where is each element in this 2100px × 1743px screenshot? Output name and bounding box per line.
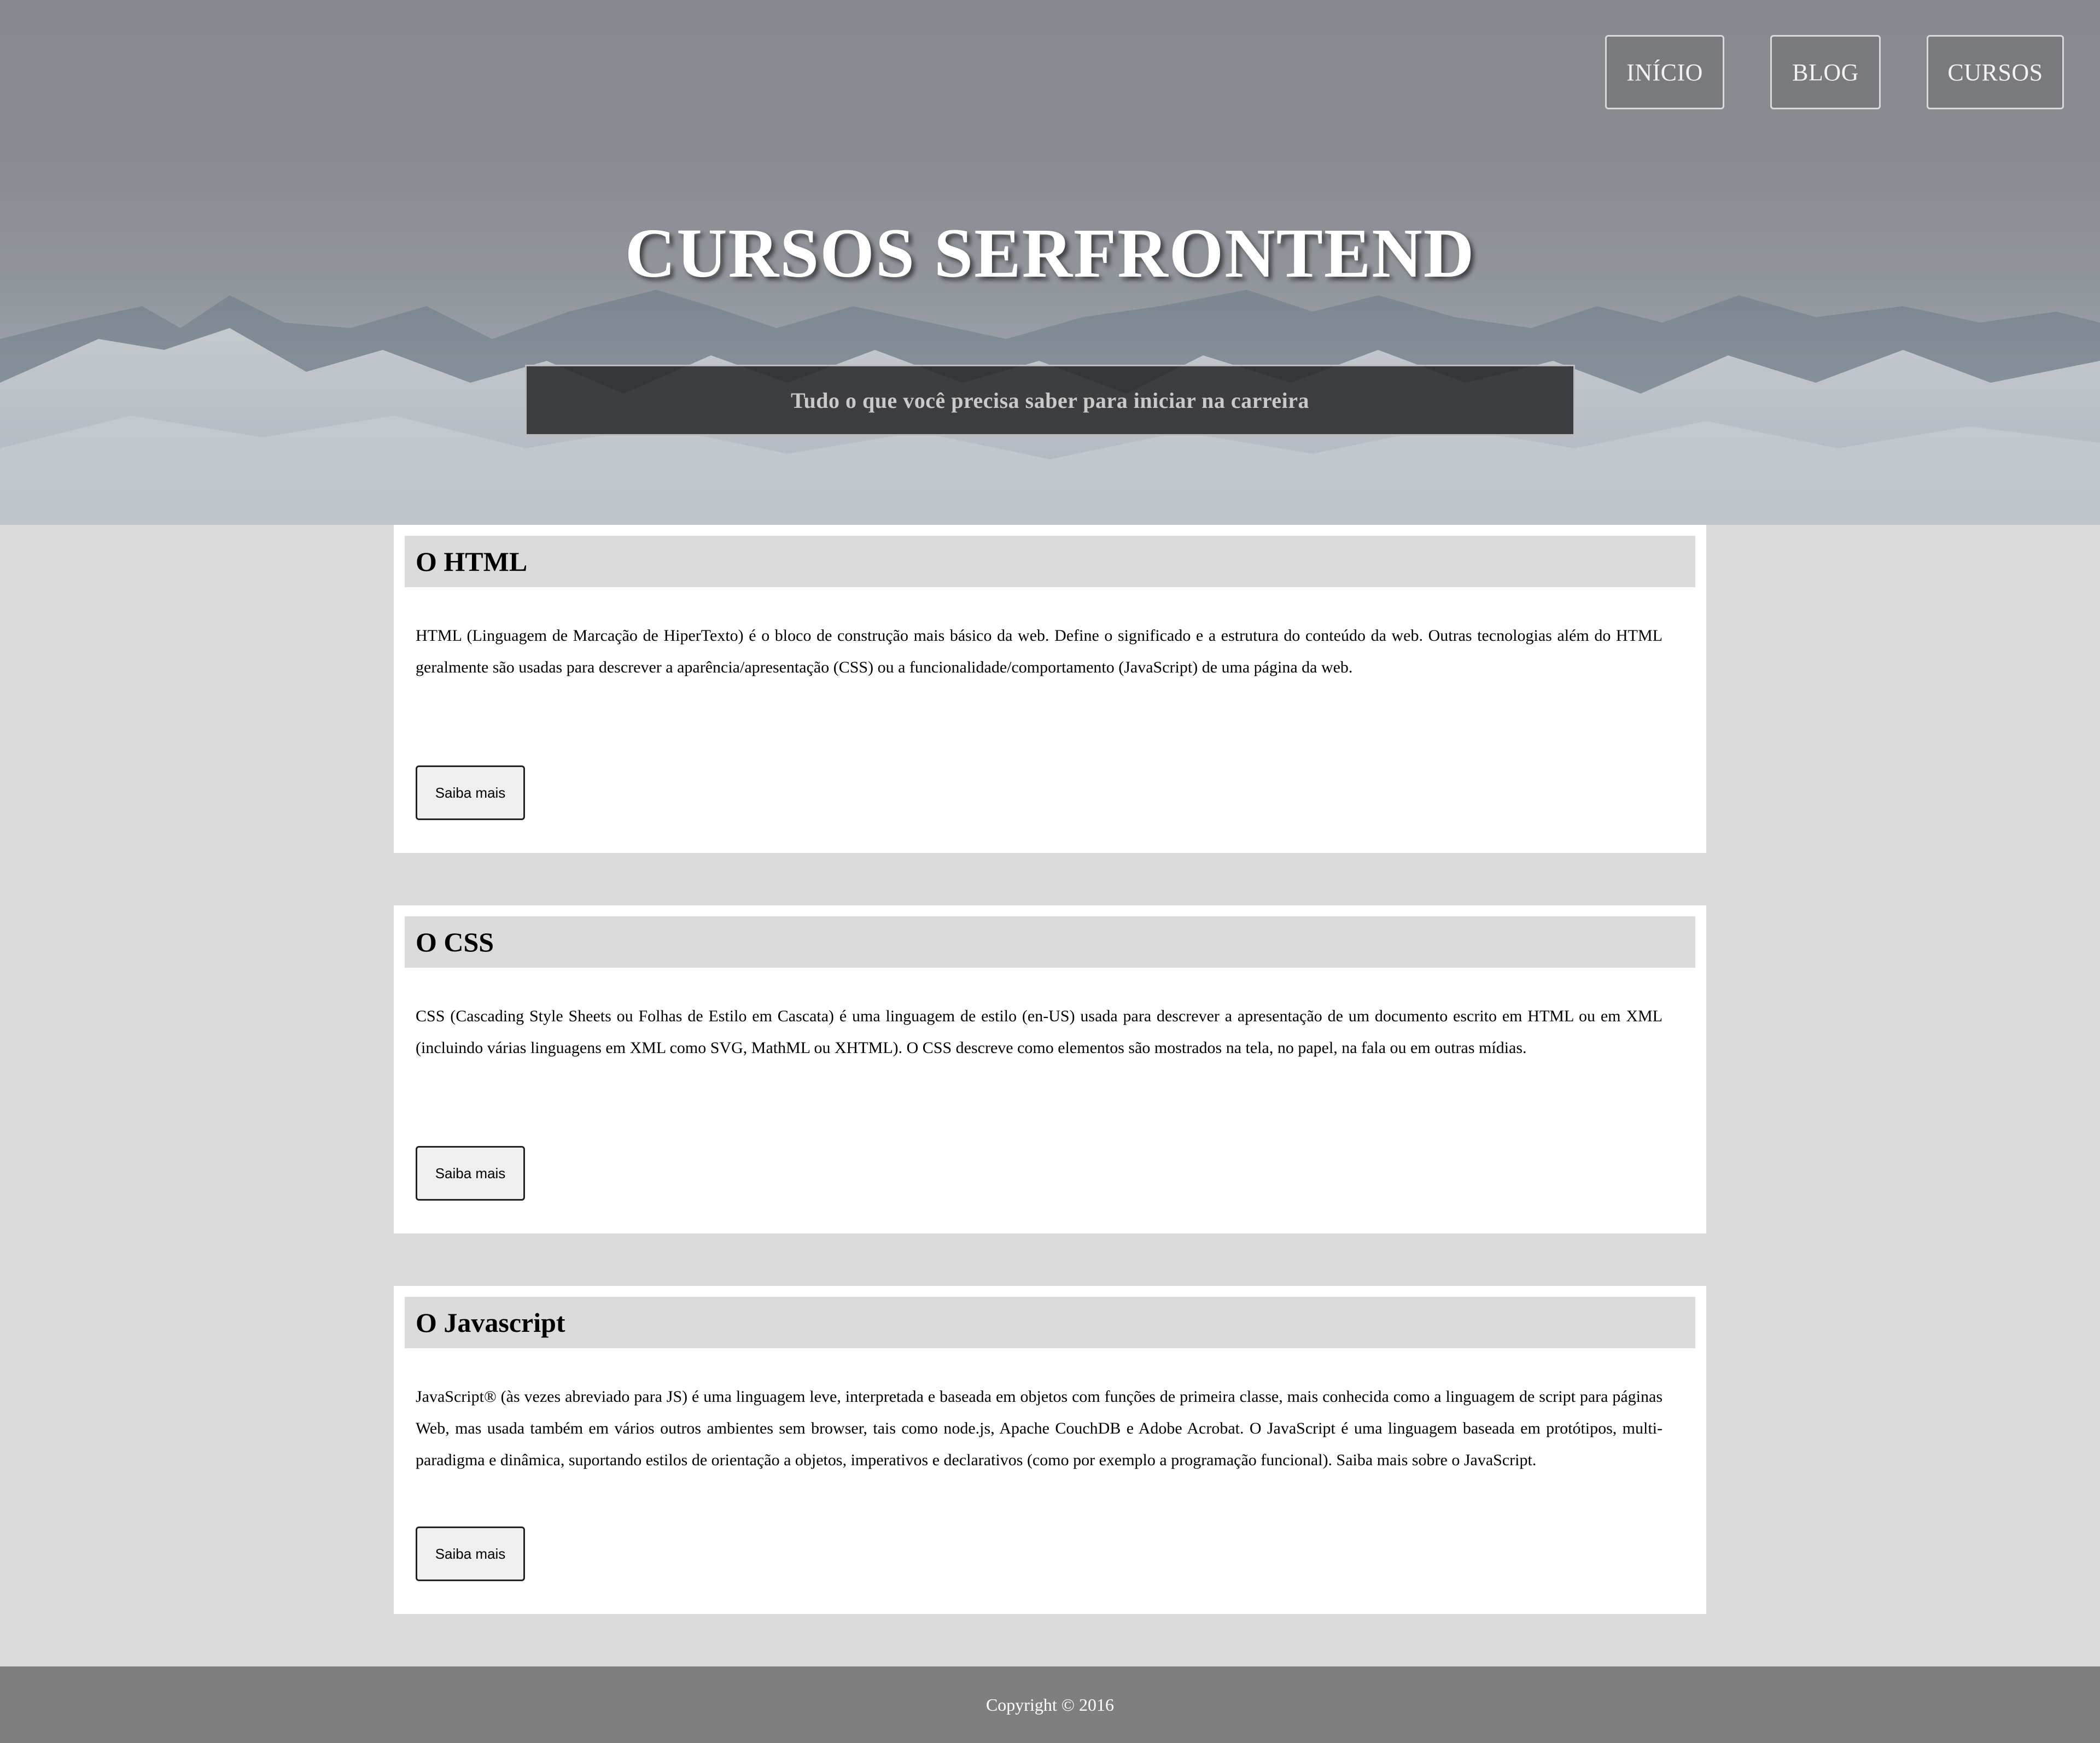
card-title: O CSS [405, 916, 1695, 968]
main-nav: INÍCIO BLOG CURSOS [1605, 35, 2064, 109]
course-card-javascript: O Javascript JavaScript® (às vezes abrev… [394, 1286, 1706, 1614]
card-description: HTML (Linguagem de Marcação de HiperText… [416, 627, 1662, 676]
course-card-html: O HTML HTML (Linguagem de Marcação de Hi… [394, 525, 1706, 853]
card-description: CSS (Cascading Style Sheets ou Folhas de… [416, 1007, 1662, 1057]
course-card-css: O CSS CSS (Cascading Style Sheets ou Fol… [394, 905, 1706, 1233]
nav-item-blog[interactable]: BLOG [1770, 35, 1881, 109]
nav-item-inicio[interactable]: INÍCIO [1605, 35, 1724, 109]
card-description: JavaScript® (às vezes abreviado para JS)… [416, 1388, 1662, 1469]
footer: Copyright © 2016 [0, 1666, 2100, 1743]
saiba-mais-button[interactable]: Saiba mais [416, 765, 525, 820]
copyright-text: Copyright © 2016 [985, 1694, 1115, 1715]
hero-subtitle: Tudo o que você precisa saber para inici… [525, 365, 1575, 436]
page-title: CURSOS SERFRONTEND [625, 214, 1475, 292]
card-title: O Javascript [405, 1297, 1695, 1348]
saiba-mais-button[interactable]: Saiba mais [416, 1526, 525, 1581]
hero-header: INÍCIO BLOG CURSOS CURSOS SERFRONTEND Tu… [0, 0, 2100, 525]
saiba-mais-button[interactable]: Saiba mais [416, 1146, 525, 1201]
card-title: O HTML [405, 536, 1695, 587]
nav-item-cursos[interactable]: CURSOS [1927, 35, 2064, 109]
